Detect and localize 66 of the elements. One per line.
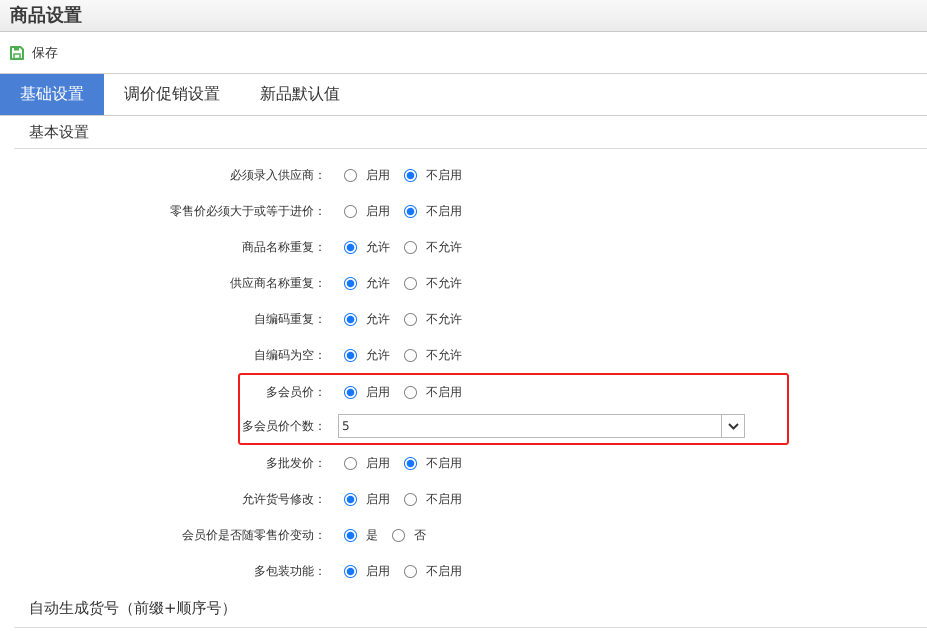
tab[interactable]: 基础设置 (0, 74, 104, 115)
radio-button[interactable] (404, 492, 417, 506)
option-label: 启用 (366, 490, 390, 508)
radio-button[interactable] (344, 348, 357, 362)
option-label: 不启用 (426, 202, 462, 220)
option-label: 允许 (366, 238, 390, 256)
section-title: 自动生成货号（前缀+顺序号） (29, 598, 237, 618)
option-label: 启用 (366, 202, 390, 220)
option-label: 不启用 (426, 562, 462, 580)
option-label: 允许 (366, 310, 390, 328)
setting-label: 允许货号修改： (242, 490, 326, 508)
option-label: 启用 (366, 166, 390, 184)
radio-button[interactable] (404, 168, 417, 182)
radio-button[interactable] (404, 456, 417, 470)
chevron-down-icon (728, 422, 738, 430)
option-label: 不启用 (426, 384, 462, 400)
option-label: 允许 (366, 346, 390, 364)
tab[interactable]: 调价促销设置 (104, 74, 240, 115)
setting-label: 多批发价： (266, 454, 326, 472)
setting-label: 会员价是否随零售价变动： (182, 526, 326, 544)
setting-label: 自编码重复： (254, 310, 326, 328)
setting-label: 必须录入供应商： (230, 166, 326, 184)
option-label: 启用 (366, 454, 390, 472)
radio-button[interactable] (404, 312, 417, 326)
radio-button[interactable] (404, 386, 417, 398)
radio-button[interactable] (404, 348, 417, 362)
option-label: 启用 (366, 384, 390, 400)
option-label: 不允许 (426, 274, 462, 292)
setting-label: 零售价必须大于或等于进价： (170, 202, 326, 220)
radio-button[interactable] (344, 492, 357, 506)
option-label: 不允许 (426, 238, 462, 256)
option-label: 不允许 (426, 346, 462, 364)
option-label: 不启用 (426, 454, 462, 472)
option-label: 否 (414, 526, 426, 544)
setting-label: 多会员价： (266, 384, 326, 400)
save-icon (10, 46, 24, 60)
radio-button[interactable] (344, 386, 357, 398)
radio-button[interactable] (404, 276, 417, 290)
radio-button[interactable] (344, 312, 357, 326)
radio-button[interactable] (404, 564, 417, 578)
radio-button[interactable] (392, 528, 405, 542)
option-label: 不启用 (426, 490, 462, 508)
setting-label: 商品名称重复： (242, 238, 326, 256)
option-label: 是 (366, 526, 378, 544)
radio-button[interactable] (344, 456, 357, 470)
tab[interactable]: 新品默认值 (240, 74, 360, 115)
option-label: 不启用 (426, 166, 462, 184)
option-label: 启用 (366, 562, 390, 580)
section-title: 基本设置 (29, 122, 89, 142)
save-button[interactable]: 保存 (10, 44, 58, 62)
option-label: 不允许 (426, 310, 462, 328)
option-label: 允许 (366, 274, 390, 292)
setting-label: 多会员价个数： (242, 418, 326, 434)
radio-button[interactable] (344, 240, 357, 254)
select-field[interactable]: 5 (338, 414, 745, 438)
radio-button[interactable] (344, 276, 357, 290)
radio-button[interactable] (404, 204, 417, 218)
radio-button[interactable] (344, 528, 357, 542)
radio-button[interactable] (344, 168, 357, 182)
window-title: 商品设置 (10, 6, 82, 24)
setting-label: 自编码为空： (254, 346, 326, 364)
radio-button[interactable] (344, 204, 357, 218)
radio-button[interactable] (344, 564, 357, 578)
setting-label: 多包装功能： (254, 562, 326, 580)
setting-label: 供应商名称重复： (230, 274, 326, 292)
radio-button[interactable] (404, 240, 417, 254)
